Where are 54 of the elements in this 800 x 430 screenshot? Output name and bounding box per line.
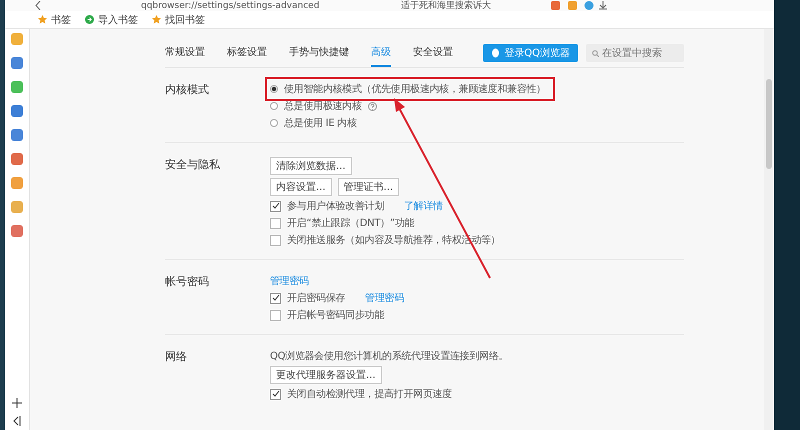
scrollbar-thumb[interactable] [766,79,772,169]
option-label: 开启密码保存 [287,292,346,305]
checkbox[interactable] [270,388,281,400]
app-icon[interactable] [11,201,23,213]
settings-search-field[interactable]: 在设置中搜索 [586,44,684,62]
settings-tab[interactable]: 标签设置 [227,39,267,67]
radio-button[interactable] [270,102,278,110]
bookmark-link[interactable]: 导入书签 [98,12,138,26]
checkbox[interactable] [270,234,281,246]
add-icon[interactable] [12,398,22,408]
collapse-icon[interactable] [12,416,22,426]
option-label: 总是使用极速内核 [284,100,362,113]
option-label: 参与用户体验改善计划 [287,200,384,213]
settings-tab[interactable]: 常规设置 [165,39,205,67]
option-label: 总是使用 IE 内核 [284,116,357,130]
option-label: 使用智能内核模式（优先使用极速内核，兼顾速度和兼容性） [284,82,546,96]
app-icon[interactable] [11,129,23,141]
app-icon[interactable] [11,225,23,237]
app-icon[interactable] [11,57,23,69]
bookmark-link[interactable]: 书签 [51,12,71,26]
description-text: QQ浏览器会使用您计算机的系统代理设置连接到网络。 [270,350,508,363]
option-label: 开启帐号密码同步功能 [287,308,384,322]
checkbox[interactable] [270,200,281,212]
star-icon [152,15,161,24]
address-field[interactable]: qqbrowser://settings/settings-advanced [141,0,341,10]
section-title: 帐号密码 [165,274,210,290]
app-icon[interactable] [11,177,23,189]
app-icon[interactable] [11,153,23,165]
checkbox[interactable] [270,292,281,304]
checkbox[interactable] [270,310,281,320]
settings-button[interactable]: 清除浏览数据... [270,157,352,175]
bookmark-link[interactable]: 找回书签 [165,12,205,26]
settings-button[interactable]: 管理证书... [338,178,400,196]
settings-tab[interactable]: 安全设置 [413,39,453,67]
import-icon [85,15,94,24]
help-icon[interactable] [368,102,377,110]
back-icon[interactable] [35,1,41,10]
radio-button[interactable] [270,85,278,93]
checkbox[interactable] [270,218,281,228]
search-field[interactable]: 适于死和海里搜索诉大 [401,0,541,10]
star-icon [38,15,47,24]
settings-tab[interactable]: 手势与快捷键 [289,39,349,67]
app-icon[interactable] [11,81,23,93]
radio-button[interactable] [270,119,278,127]
settings-button[interactable]: 更改代理服务器设置... [270,366,382,384]
section-title: 内核模式 [165,82,210,98]
settings-button[interactable]: 内容设置... [270,178,332,196]
app-icon[interactable] [11,105,23,117]
section-title: 安全与隐私 [165,157,221,173]
app-icon[interactable] [11,33,23,45]
search-icon [592,50,599,57]
option-label: 关闭自动检测代理，提高打开网页速度 [287,388,452,401]
section-title: 网络 [165,349,188,365]
option-label: 开启“禁止跟踪（DNT）”功能 [287,216,414,230]
